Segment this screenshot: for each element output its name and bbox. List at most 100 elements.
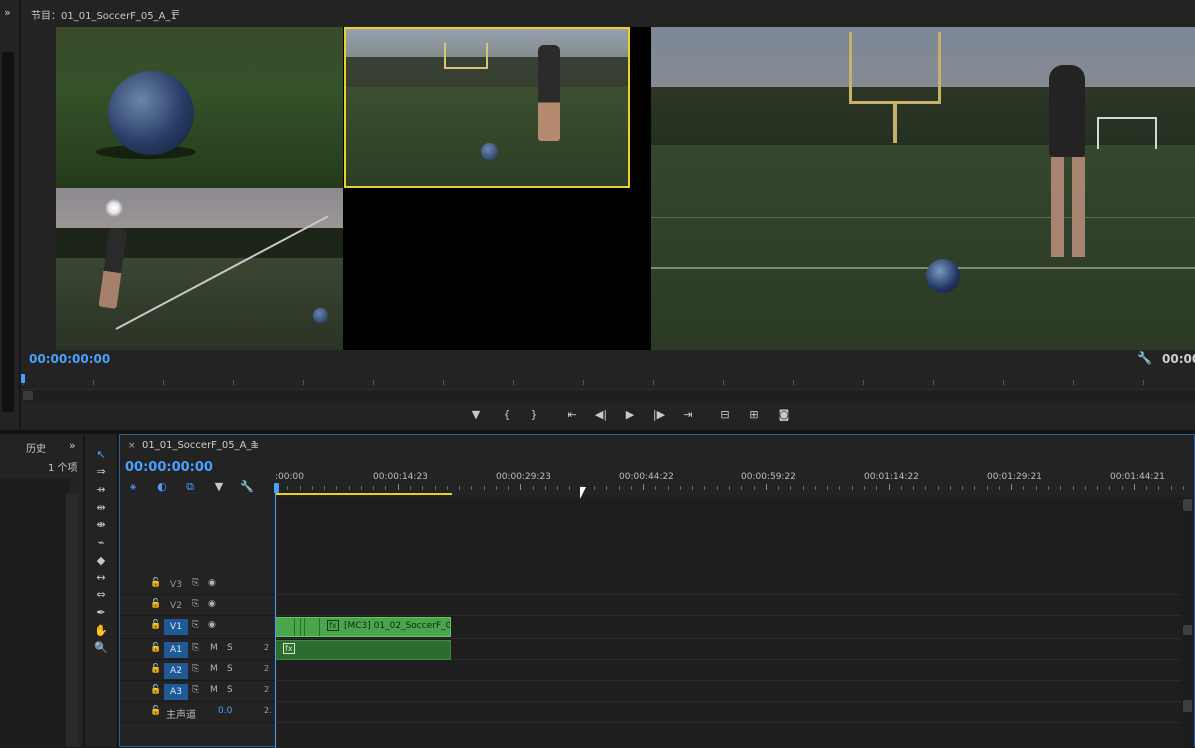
export-frame-camera-icon[interactable]: ◙	[774, 407, 794, 423]
expand-panels-icon[interactable]: »	[69, 439, 76, 452]
selection-tool-icon[interactable]: ↖	[92, 447, 110, 463]
track-name-v2[interactable]: V2	[164, 598, 188, 614]
master-volume-value[interactable]: 0.0	[218, 706, 232, 716]
mark-out-button[interactable]: }	[524, 407, 544, 423]
close-sequence-icon[interactable]: ×	[128, 441, 136, 451]
eye-icon[interactable]: ◉	[208, 578, 216, 588]
scrollbar-thumb[interactable]	[1183, 499, 1192, 511]
zoom-tool-icon[interactable]: ✋	[92, 623, 110, 639]
sync-lock-icon[interactable]: ⎘	[192, 578, 199, 588]
mark-in-button[interactable]: {	[497, 407, 517, 423]
mute-button[interactable]: M	[210, 685, 218, 695]
rolling-edit-tool-icon[interactable]: ⇹	[92, 500, 110, 516]
expand-panels-icon[interactable]: »	[4, 6, 11, 19]
scrollbar-thumb[interactable]	[23, 391, 33, 400]
add-marker-button[interactable]: ▼	[466, 407, 486, 423]
solo-button[interactable]: S	[227, 643, 233, 653]
track-name-a2[interactable]: A2	[164, 663, 188, 679]
history-list[interactable]	[0, 478, 70, 747]
go-to-in-button[interactable]: ⇤	[562, 407, 582, 423]
panel-menu-icon[interactable]: ≡	[250, 439, 259, 452]
eye-icon[interactable]: ◉	[208, 599, 216, 609]
lock-icon[interactable]: 🔓	[150, 620, 161, 630]
sync-lock-icon[interactable]: ⎘	[192, 685, 199, 695]
ruler-tick	[765, 484, 767, 490]
panel-menu-icon[interactable]: ≡	[171, 6, 180, 19]
go-to-out-button[interactable]: ⇥	[678, 407, 698, 423]
history-scrollbar[interactable]	[66, 494, 79, 747]
hand-tool-icon[interactable]: ✒	[92, 605, 110, 621]
timeline-time-ruler[interactable]: :00:00 00:00:14:23 00:00:29:23 00:00:44:…	[275, 469, 1195, 495]
track-lane-a2[interactable]	[275, 661, 1181, 681]
step-back-button[interactable]: ◀|	[591, 407, 611, 423]
camera-angle-1[interactable]	[56, 27, 343, 188]
ripple-edit-tool-icon[interactable]: ⇸	[92, 482, 110, 498]
history-tab[interactable]: 历史	[26, 440, 46, 455]
timeline-vertical-scrollbar[interactable]	[1181, 497, 1194, 748]
sync-lock-icon[interactable]: ⎘	[192, 599, 199, 609]
edit-point[interactable]	[304, 618, 305, 636]
eye-icon[interactable]: ◉	[208, 620, 216, 630]
camera-angle-3[interactable]	[56, 188, 343, 350]
ruler-label: 00:01:29:21	[987, 472, 1042, 482]
timeline-playhead-line[interactable]	[275, 493, 276, 748]
program-playhead[interactable]	[21, 374, 25, 383]
lock-icon[interactable]: 🔓	[150, 685, 161, 695]
sync-lock-icon[interactable]: ⎘	[192, 620, 199, 630]
step-forward-button[interactable]: |▶	[649, 407, 669, 423]
mute-button[interactable]: M	[210, 643, 218, 653]
rate-stretch-tool-icon[interactable]: ⇼	[92, 517, 110, 533]
lock-icon[interactable]: 🔓	[150, 578, 161, 588]
track-lane-v3[interactable]	[275, 575, 1181, 595]
program-output-view[interactable]	[651, 27, 1195, 350]
timeline-timecode[interactable]: 00:00:00:00	[125, 460, 213, 475]
razor-tool-icon[interactable]: ⌁	[92, 535, 110, 551]
slip-tool-icon[interactable]: ◆	[92, 553, 110, 569]
track-name-a3[interactable]: A3	[164, 684, 188, 700]
timeline-settings-wrench-icon[interactable]: 🔧	[239, 479, 255, 495]
lock-icon[interactable]: 🔓	[150, 706, 161, 716]
extract-button[interactable]: ⊞	[744, 407, 764, 423]
multicam-video-clip[interactable]: fx [MC3] 01_02_SoccerF_01	[275, 617, 451, 637]
track-select-tool-icon[interactable]: ⇒	[92, 464, 110, 480]
snap-icon[interactable]: ◐	[154, 479, 170, 495]
track-name-a1[interactable]: A1	[164, 642, 188, 658]
scrollbar-thumb[interactable]	[1183, 625, 1192, 635]
camera-angle-2-active[interactable]	[344, 27, 630, 188]
slide-tool-icon[interactable]: ↔	[92, 570, 110, 586]
sync-lock-icon[interactable]: ⎘	[192, 664, 199, 674]
playhead-timecode[interactable]: 00:00:00:00	[29, 352, 110, 366]
solo-button[interactable]: S	[227, 664, 233, 674]
timeline-playhead-handle[interactable]	[274, 483, 279, 493]
multicam-video-display[interactable]	[56, 27, 1195, 350]
add-marker-icon[interactable]: ▼	[211, 479, 227, 495]
multicam-audio-clip[interactable]: fx	[275, 640, 451, 660]
lock-icon[interactable]: 🔓	[150, 643, 161, 653]
program-monitor-title[interactable]: 节目：01_01_SoccerF_05_A_1	[31, 7, 177, 22]
edit-point[interactable]	[300, 618, 301, 636]
program-zoom-scrollbar[interactable]	[21, 389, 1195, 401]
track-lane-a3[interactable]	[275, 682, 1181, 702]
edit-point[interactable]	[319, 618, 320, 636]
solo-button[interactable]: S	[227, 685, 233, 695]
nest-toggle-icon[interactable]: ⚹	[125, 479, 141, 495]
play-button[interactable]: ▶	[620, 407, 640, 423]
work-area-bar[interactable]	[275, 493, 452, 495]
settings-wrench-icon[interactable]: 🔧	[1137, 351, 1152, 365]
mute-button[interactable]: M	[210, 664, 218, 674]
track-lane-v2[interactable]	[275, 596, 1181, 616]
program-time-ruler[interactable]	[21, 372, 1195, 388]
sync-lock-icon[interactable]: ⎘	[192, 643, 199, 653]
edit-point[interactable]	[294, 618, 295, 636]
lock-icon[interactable]: 🔓	[150, 599, 161, 609]
lift-button[interactable]: ⊟	[715, 407, 735, 423]
linked-selection-icon[interactable]: ⧉	[182, 479, 198, 495]
lock-icon[interactable]: 🔓	[150, 664, 161, 674]
sequence-tab[interactable]: 01_01_SoccerF_05_A_1	[142, 440, 258, 451]
scrollbar-thumb[interactable]	[1183, 700, 1192, 712]
track-name-v1[interactable]: V1	[164, 619, 188, 635]
track-lane-master[interactable]	[275, 703, 1181, 723]
zoom-magnifier-icon[interactable]: 🔍	[92, 640, 110, 656]
track-name-v3[interactable]: V3	[164, 577, 188, 593]
pen-tool-icon[interactable]: ⇔	[92, 587, 110, 603]
